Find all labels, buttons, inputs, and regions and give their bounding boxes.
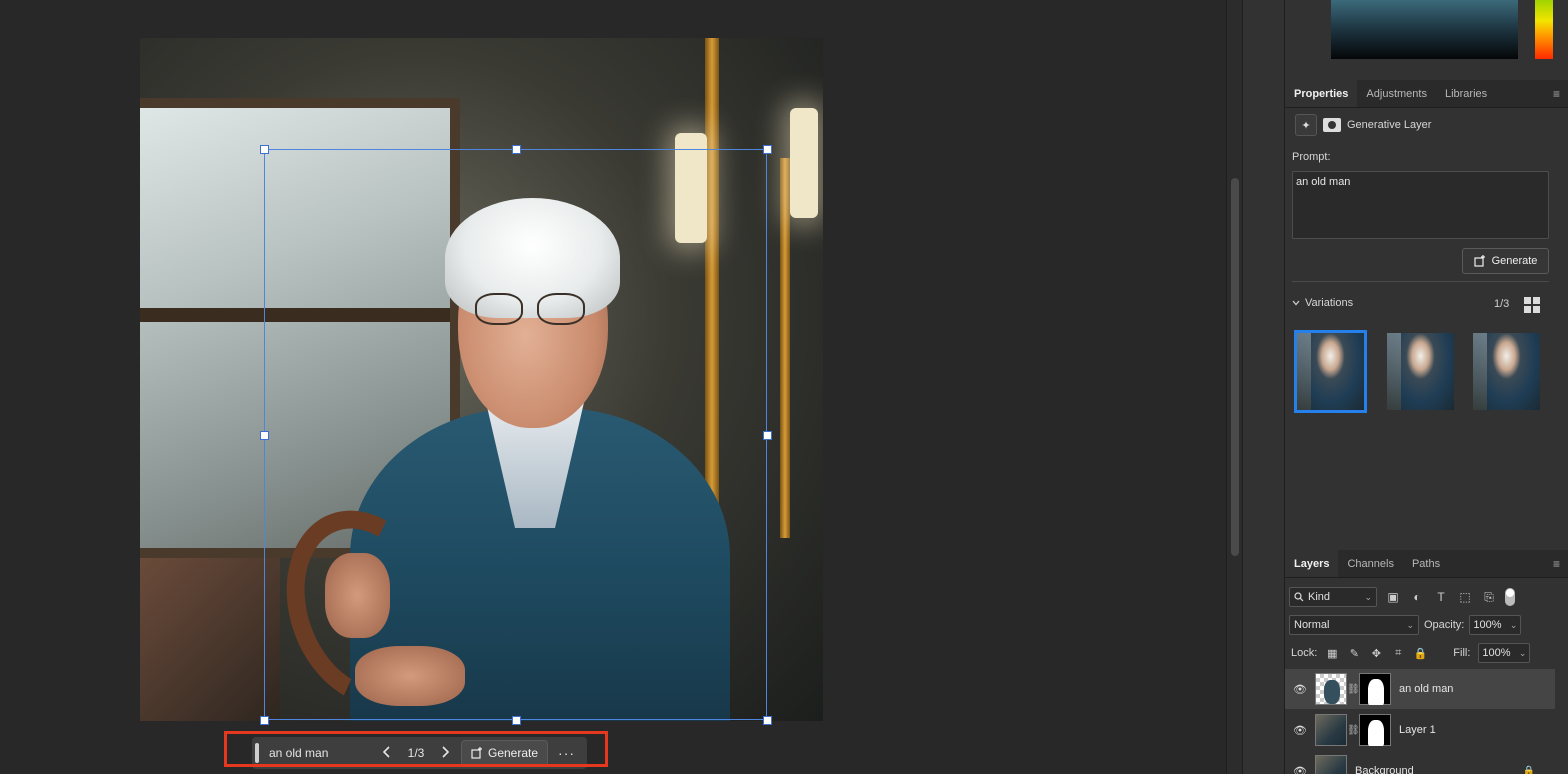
tab-libraries[interactable]: Libraries — [1436, 80, 1496, 107]
layer-filter-row: Kind ⌄ ▣ ◐ T ⬚ ⎘ — [1289, 587, 1515, 607]
filter-toggle[interactable] — [1505, 588, 1515, 606]
fill-label: Fill: — [1453, 647, 1471, 659]
blend-opacity-row: Normal ⌄ Opacity: 100% ⌄ — [1289, 615, 1522, 635]
lock-fill-row: Lock: ▦ ✎ ✥ ⌗ 🔒 Fill: 100% ⌄ — [1291, 643, 1531, 663]
lock-transparency-icon[interactable]: ▦ — [1325, 647, 1339, 660]
grid-view-icon[interactable] — [1524, 297, 1540, 313]
layer-mask-thumbnail[interactable] — [1359, 673, 1391, 705]
transform-handle-top-right[interactable] — [763, 145, 772, 154]
opacity-label: Opacity: — [1424, 619, 1465, 631]
bus-light — [790, 108, 818, 218]
hue-slider[interactable] — [1535, 0, 1553, 59]
smart-object-filter-icon[interactable]: ⎘ — [1481, 590, 1497, 605]
layer-name: Layer 1 — [1399, 724, 1436, 736]
filter-kind-select[interactable]: Kind ⌄ — [1289, 587, 1377, 607]
layer-name: Background — [1355, 765, 1414, 774]
chevron-down-icon — [1292, 300, 1300, 306]
chevron-down-icon: ⌄ — [1518, 647, 1527, 658]
annotation-highlight-box — [224, 731, 608, 767]
variations-header[interactable]: Variations — [1292, 297, 1353, 309]
layer-mask-thumbnail[interactable] — [1359, 714, 1391, 746]
layer-type-row: ✦ Generative Layer — [1295, 114, 1431, 136]
variation-thumbnail-1[interactable] — [1294, 330, 1367, 413]
generate-label: Generate — [1491, 255, 1538, 267]
layer-row[interactable]: 👁 ⛓ Layer 1 — [1285, 710, 1555, 750]
chevron-down-icon: ⌄ — [1406, 619, 1414, 630]
tab-adjustments[interactable]: Adjustments — [1357, 80, 1436, 107]
canvas-workspace[interactable]: an old man 1/3 Generate ··· — [0, 0, 1226, 774]
tab-layers[interactable]: Layers — [1285, 550, 1339, 577]
prompt-label: Prompt: — [1292, 151, 1331, 163]
lock-position-icon[interactable]: ✥ — [1369, 647, 1383, 660]
generate-icon — [1473, 255, 1485, 267]
generate-button[interactable]: Generate — [1462, 248, 1549, 274]
layer-mask-icon[interactable] — [1323, 118, 1341, 132]
variation-thumbnail-3[interactable] — [1473, 333, 1540, 410]
fill-value: 100% — [1482, 647, 1511, 659]
tab-channels[interactable]: Channels — [1338, 550, 1402, 577]
transform-handle-bottom-right[interactable] — [763, 716, 772, 725]
filter-kind-value: Kind — [1308, 591, 1331, 603]
type-layer-filter-icon[interactable]: T — [1433, 590, 1449, 604]
transform-handle-top-left[interactable] — [260, 145, 269, 154]
blend-mode-value: Normal — [1294, 619, 1330, 631]
lock-label: Lock: — [1291, 647, 1318, 659]
adjustment-layer-filter-icon[interactable]: ◐ — [1409, 590, 1425, 604]
layer-row[interactable]: 👁 Background 🔒 — [1285, 751, 1555, 774]
transform-handle-top[interactable] — [512, 145, 521, 154]
variations-count: 1/3 — [1494, 298, 1510, 310]
layers-tabbar: Layers Channels Paths ≡ — [1285, 550, 1568, 578]
lock-image-icon[interactable]: ✎ — [1347, 647, 1361, 660]
pixel-layer-filter-icon[interactable]: ▣ — [1385, 590, 1401, 604]
properties-tabbar: Properties Adjustments Libraries ≡ — [1285, 80, 1568, 108]
transform-handle-bottom[interactable] — [512, 716, 521, 725]
layer-name: an old man — [1399, 683, 1454, 695]
generative-selection-box[interactable] — [264, 149, 767, 720]
blend-mode-select[interactable]: Normal ⌄ — [1289, 615, 1419, 635]
fill-field[interactable]: 100% ⌄ — [1478, 643, 1531, 663]
artboard-lock-icon[interactable]: ⌗ — [1391, 647, 1405, 660]
canvas-vertical-scrollbar[interactable] — [1226, 0, 1242, 774]
link-icon[interactable]: ⛓ — [1347, 684, 1360, 695]
layer-thumbnail — [1315, 714, 1347, 746]
link-icon[interactable]: ⛓ — [1347, 725, 1360, 736]
layer-row[interactable]: 👁 ⛓ an old man — [1285, 669, 1555, 709]
panel-dock-gutter — [1242, 0, 1284, 774]
opacity-value: 100% — [1473, 619, 1502, 631]
bus-poster — [140, 558, 280, 721]
prompt-textarea[interactable]: an old man — [1292, 171, 1549, 239]
layer-thumbnail — [1315, 673, 1347, 705]
divider — [1292, 281, 1549, 282]
color-picker-field[interactable] — [1331, 0, 1518, 59]
variation-thumbnail-2[interactable] — [1387, 333, 1454, 410]
panel-menu-icon[interactable]: ≡ — [1553, 550, 1568, 577]
tab-properties[interactable]: Properties — [1285, 80, 1358, 107]
transform-handle-right[interactable] — [763, 431, 772, 440]
variations-label: Variations — [1305, 297, 1354, 309]
opacity-field[interactable]: 100% ⌄ — [1469, 615, 1522, 635]
tab-paths[interactable]: Paths — [1403, 550, 1449, 577]
chevron-down-icon: ⌄ — [1364, 591, 1372, 602]
search-icon — [1294, 592, 1304, 602]
panel-menu-icon[interactable]: ≡ — [1553, 80, 1568, 107]
eye-icon[interactable]: 👁 — [1285, 724, 1315, 737]
chevron-down-icon: ⌄ — [1509, 619, 1518, 630]
lock-all-icon[interactable]: 🔒 — [1413, 647, 1427, 660]
scrollbar-thumb[interactable] — [1231, 178, 1239, 556]
bus-pole — [780, 158, 790, 538]
shape-layer-filter-icon[interactable]: ⬚ — [1457, 590, 1473, 604]
layer-type-label: Generative Layer — [1347, 119, 1432, 131]
transform-handle-left[interactable] — [260, 431, 269, 440]
layer-thumbnail — [1315, 755, 1347, 774]
generative-fill-icon[interactable]: ✦ — [1295, 114, 1317, 136]
lock-icon: 🔒 — [1522, 765, 1535, 774]
right-panel-dock: Properties Adjustments Libraries ≡ ✦ Gen… — [1284, 0, 1568, 774]
transform-handle-bottom-left[interactable] — [260, 716, 269, 725]
eye-icon[interactable]: 👁 — [1285, 683, 1315, 696]
eye-icon[interactable]: 👁 — [1285, 765, 1315, 774]
